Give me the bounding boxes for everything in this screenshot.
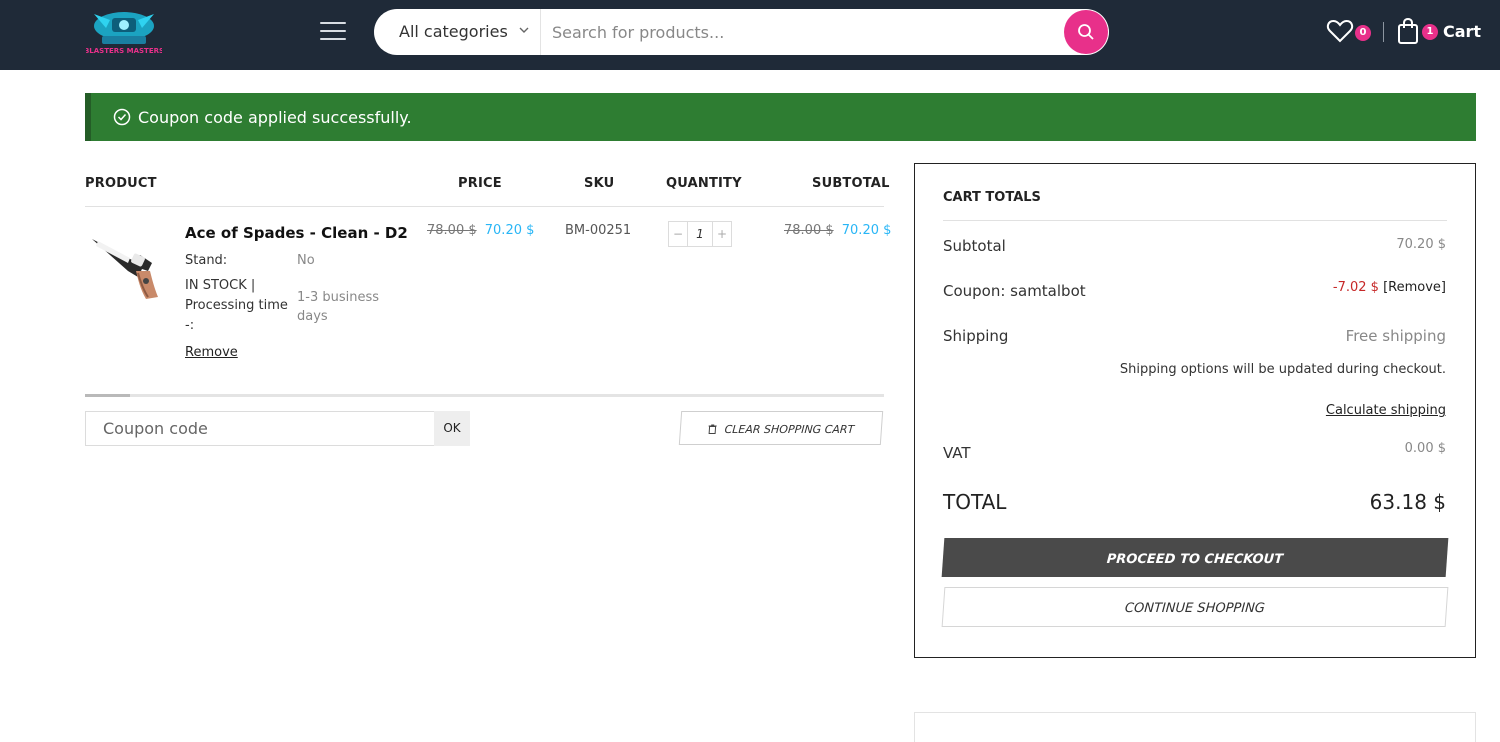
clear-cart-label: CLEAR SHOPPING CART — [724, 423, 855, 436]
search-button[interactable] — [1064, 10, 1108, 54]
cart-totals-title: CART TOTALS — [943, 190, 1041, 205]
header-price: PRICE — [458, 176, 502, 191]
coupon-input[interactable] — [85, 411, 435, 446]
search-icon — [1078, 24, 1094, 40]
cart-count-badge: 1 — [1422, 24, 1438, 40]
vat-label: VAT — [943, 444, 971, 462]
category-select[interactable]: All categories — [374, 9, 541, 55]
success-notice: Coupon code applied successfully. — [85, 93, 1476, 141]
top-header: BLASTERS MASTERS All categories 0 1 Cart — [0, 0, 1500, 70]
meta-value-stand: No — [297, 253, 315, 268]
shopping-bag-icon — [1398, 17, 1418, 44]
subtotal-cell: 78.00 $ 70.20 $ — [784, 223, 891, 238]
apply-coupon-button[interactable]: OK — [434, 411, 470, 446]
product-name[interactable]: Ace of Spades - Clean - D2 — [185, 224, 408, 242]
table-divider — [85, 206, 884, 207]
calculate-shipping-link[interactable]: Calculate shipping — [1326, 403, 1446, 418]
quantity-minus-button[interactable]: − — [669, 222, 687, 246]
coupon-label: Coupon: samtalbot — [943, 282, 1086, 300]
sku-value: BM-00251 — [565, 223, 632, 238]
meta-label-stand: Stand: — [185, 253, 228, 268]
table-scrollbar[interactable] — [85, 394, 884, 397]
subtotal-label: Subtotal — [943, 237, 1006, 255]
continue-shopping-button[interactable]: CONTINUE SHOPPING — [941, 587, 1449, 627]
cart-label: Cart — [1443, 22, 1482, 41]
checkout-label: PROCEED TO CHECKOUT — [1106, 552, 1284, 567]
vat-value: 0.00 $ — [1404, 441, 1446, 456]
total-label: TOTAL — [943, 490, 1007, 514]
meta-value-processing: 1-3 business days — [297, 290, 380, 324]
chevron-down-icon — [519, 27, 529, 33]
search-input[interactable] — [542, 9, 1062, 55]
remove-item-link[interactable]: Remove — [185, 345, 238, 360]
coupon-value-row: -7.02 $ [Remove] — [1333, 280, 1446, 295]
total-value: 63.18 $ — [1369, 490, 1446, 514]
quantity-plus-button[interactable]: + — [713, 222, 731, 246]
header-quantity: QUANTITY — [666, 176, 742, 191]
cart-totals-panel: CART TOTALS Subtotal 70.20 $ Coupon: sam… — [914, 163, 1476, 658]
search-bar: All categories — [374, 9, 1109, 55]
table-scrollbar-thumb[interactable] — [85, 394, 130, 397]
totals-divider — [943, 220, 1447, 221]
check-circle-icon — [113, 108, 131, 126]
cart-button[interactable]: 1 Cart — [1396, 17, 1482, 47]
subtotal-value: 70.20 $ — [1396, 237, 1446, 252]
notice-text: Coupon code applied successfully. — [138, 108, 412, 127]
price-old: 78.00 $ — [427, 223, 477, 238]
clear-cart-button[interactable]: CLEAR SHOPPING CART — [678, 411, 884, 445]
shipping-label: Shipping — [943, 327, 1009, 345]
shipping-value: Free shipping — [1345, 327, 1446, 345]
header-divider — [1383, 22, 1384, 42]
remove-coupon-link[interactable]: [Remove] — [1383, 280, 1446, 295]
product-image[interactable] — [88, 225, 168, 305]
subtotal-old: 78.00 $ — [784, 223, 834, 238]
coupon-discount: -7.02 $ — [1332, 280, 1379, 295]
site-logo[interactable]: BLASTERS MASTERS — [84, 6, 164, 58]
header-subtotal: SUBTOTAL — [812, 176, 890, 191]
heart-icon — [1326, 19, 1354, 43]
proceed-to-checkout-button[interactable]: PROCEED TO CHECKOUT — [941, 538, 1449, 577]
price-new: 70.20 $ — [484, 223, 535, 238]
trash-icon — [708, 424, 717, 434]
quantity-input[interactable] — [687, 222, 713, 246]
wishlist-count-badge: 0 — [1355, 25, 1371, 41]
subtotal-new: 70.20 $ — [841, 223, 892, 238]
logo-text: BLASTERS MASTERS — [86, 47, 162, 55]
continue-label: CONTINUE SHOPPING — [1124, 601, 1266, 616]
meta-label-stock: IN STOCK | Processing time -: — [185, 278, 288, 333]
header-product: PRODUCT — [85, 176, 157, 191]
price-cell: 78.00 $ 70.20 $ — [427, 223, 534, 238]
quantity-stepper: − + — [668, 221, 732, 247]
shipping-note: Shipping options will be updated during … — [1119, 362, 1446, 377]
menu-icon[interactable] — [320, 22, 346, 42]
secondary-panel — [914, 712, 1476, 742]
category-select-value: All categories — [399, 22, 508, 41]
wishlist-button[interactable]: 0 — [1326, 17, 1374, 47]
header-sku: SKU — [584, 176, 615, 191]
